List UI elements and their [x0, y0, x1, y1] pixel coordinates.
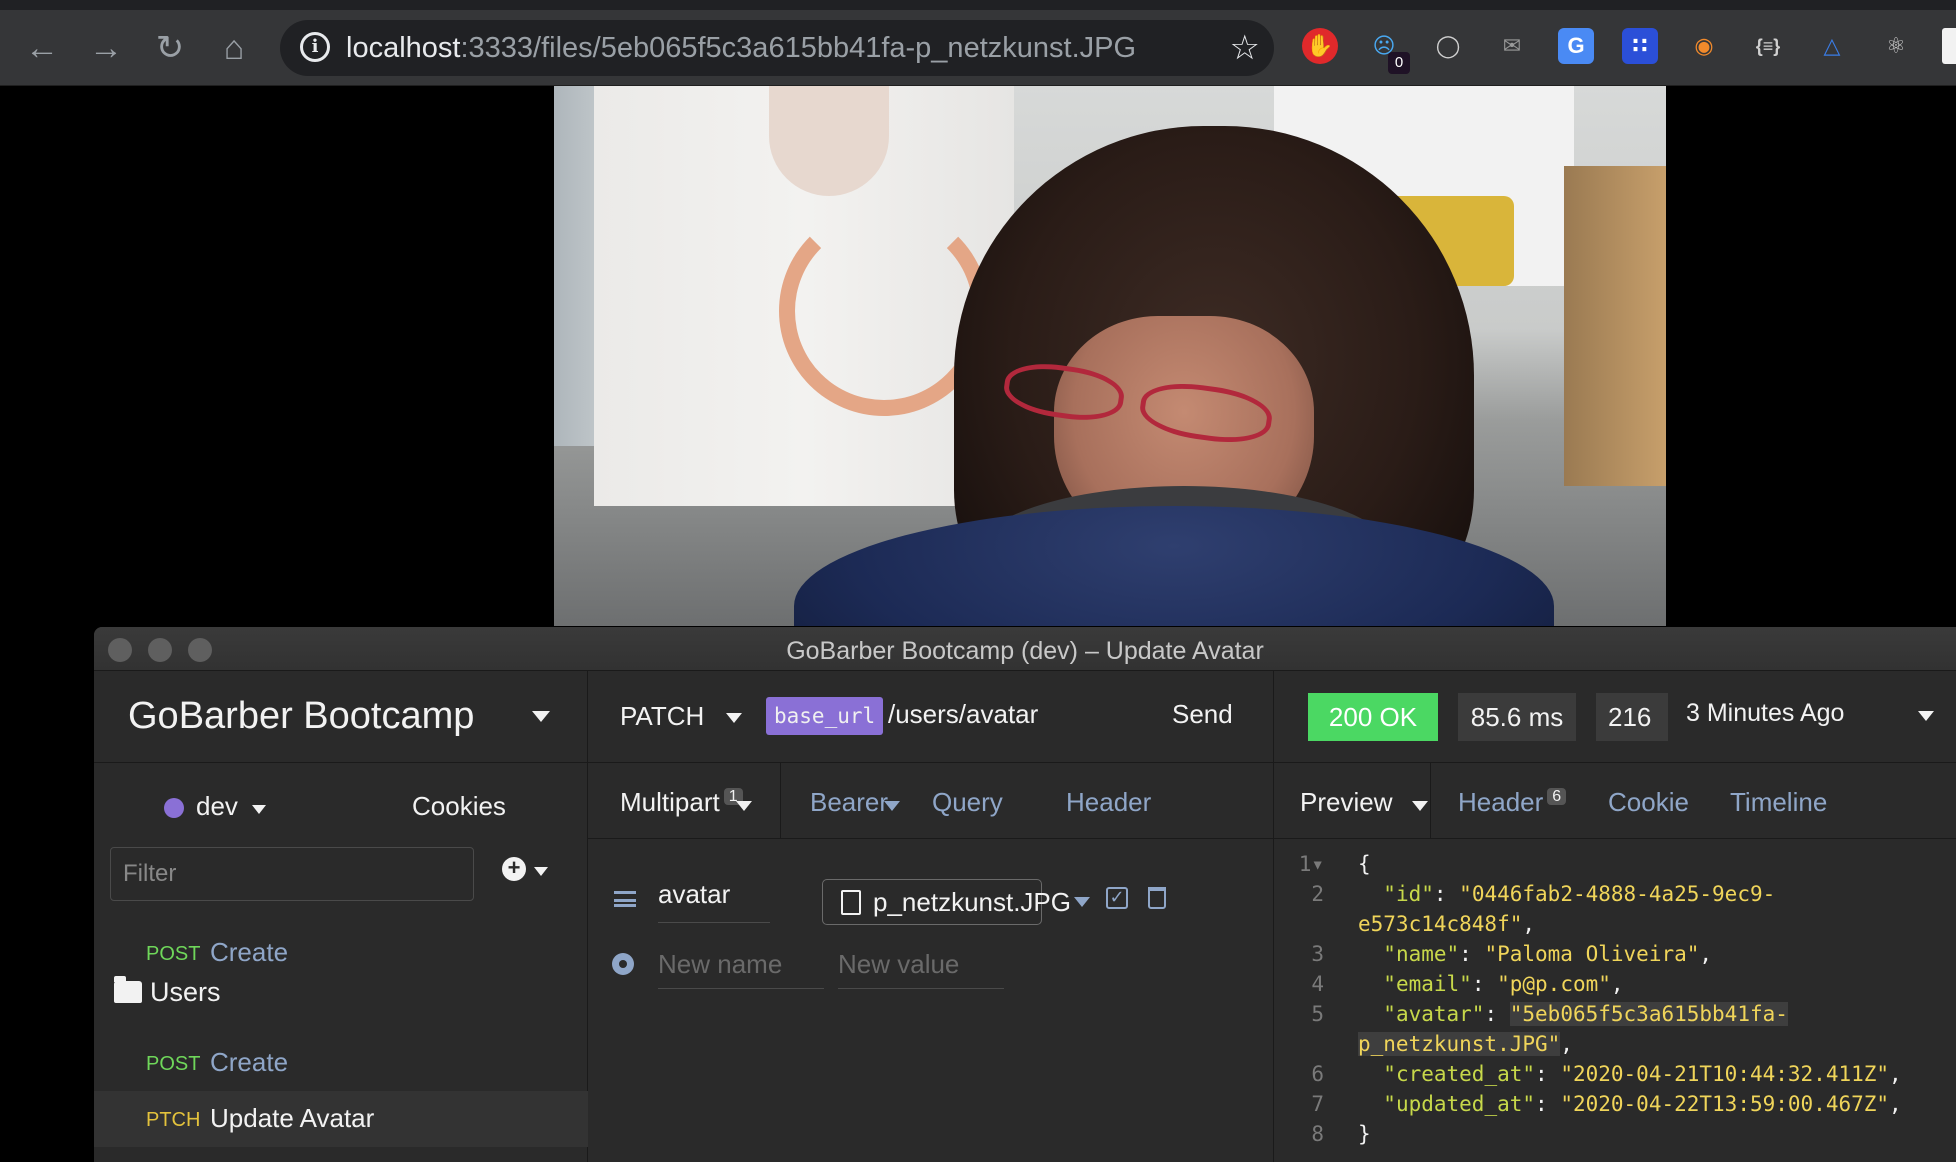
- folder-label: Users: [150, 977, 221, 1007]
- sidebar-folder-users[interactable]: Users: [94, 967, 588, 1023]
- response-tabs: Preview Header 6 Cookie Timeline: [1274, 763, 1956, 839]
- json-extension-icon[interactable]: {≡}: [1750, 28, 1786, 64]
- status-code-badge: 200 OK: [1308, 693, 1438, 741]
- bearer-caret-icon[interactable]: [884, 801, 900, 811]
- tab-cookie[interactable]: Cookie: [1608, 787, 1689, 818]
- trash-icon[interactable]: [1148, 887, 1166, 909]
- tab-preview[interactable]: Preview: [1300, 787, 1392, 818]
- history-dropdown[interactable]: 3 Minutes Ago: [1686, 699, 1844, 728]
- react-extension-icon[interactable]: ⚛: [1878, 28, 1914, 64]
- url-text[interactable]: localhost:3333/files/5eb065f5c3a615bb41f…: [346, 32, 1136, 65]
- sidebar-request-update-avatar[interactable]: PTCH Update Avatar: [94, 1091, 588, 1147]
- response-size-badge: 216: [1596, 693, 1668, 741]
- method-badge: POST: [146, 943, 201, 965]
- window-title: GoBarber Bootcamp (dev) – Update Avatar: [786, 637, 1264, 665]
- multipart-caret-icon[interactable]: [736, 801, 752, 811]
- history-caret-icon[interactable]: [1918, 711, 1934, 721]
- response-time-badge: 85.6 ms: [1458, 693, 1576, 741]
- sidebar: GoBarber Bootcamp dev Cookies Filter + P…: [94, 671, 588, 1162]
- reload-icon[interactable]: ↻: [150, 28, 190, 68]
- drag-handle-icon[interactable]: [614, 891, 636, 907]
- stop-hand-extension-icon[interactable]: ✋: [1302, 28, 1338, 64]
- request-name: Create: [210, 1047, 289, 1077]
- cookies-button[interactable]: Cookies: [412, 791, 506, 822]
- tab-multipart[interactable]: Multipart 1: [620, 787, 743, 818]
- request-name: Update Avatar: [210, 1103, 375, 1133]
- tab-divider: [1430, 763, 1431, 839]
- workspace-name: GoBarber Bootcamp: [128, 695, 475, 737]
- address-bar[interactable]: i localhost:3333/files/5eb065f5c3a615bb4…: [280, 20, 1274, 76]
- request-url-path[interactable]: /users/avatar: [888, 699, 1038, 730]
- param-type-caret-icon[interactable]: [1074, 897, 1090, 907]
- environment-row: dev Cookies: [94, 763, 588, 843]
- photo-wooden-bin: [1564, 166, 1666, 486]
- mail-extension-icon[interactable]: ✉: [1494, 28, 1530, 64]
- request-pane: PATCH base_url /users/avatar Send Multip…: [588, 671, 1274, 1162]
- method-badge: PTCH: [146, 1109, 201, 1131]
- request-tabs: Multipart 1 Bearer Query Header: [588, 763, 1274, 839]
- fire-extension-icon[interactable]: ◉: [1686, 28, 1722, 64]
- response-status-bar: 200 OK 85.6 ms 216 3 Minutes Ago: [1274, 671, 1956, 763]
- tab-query[interactable]: Query: [932, 787, 1003, 818]
- environment-caret-icon[interactable]: [252, 805, 266, 814]
- tab-timeline[interactable]: Timeline: [1730, 787, 1827, 818]
- workspace-dropdown[interactable]: GoBarber Bootcamp: [94, 671, 588, 763]
- checkbox-icon[interactable]: ✓: [1106, 887, 1128, 909]
- response-pane: 200 OK 85.6 ms 216 3 Minutes Ago Preview…: [1274, 671, 1956, 1162]
- tab-strip: [0, 0, 1956, 10]
- send-button[interactable]: Send: [1172, 699, 1233, 730]
- tab-response-header[interactable]: Header 6: [1458, 787, 1567, 818]
- preview-caret-icon[interactable]: [1412, 801, 1428, 811]
- workspace-caret-icon: [532, 711, 550, 722]
- request-name: Create: [210, 937, 289, 967]
- window-titlebar: GoBarber Bootcamp (dev) – Update Avatar: [94, 627, 1956, 671]
- translate-extension-icon[interactable]: G: [1558, 28, 1594, 64]
- base-url-variable-tag[interactable]: base_url: [766, 697, 884, 735]
- sidebar-request-users-create[interactable]: POST Create: [94, 1035, 588, 1091]
- back-icon[interactable]: ←: [22, 28, 62, 68]
- new-name-input[interactable]: New name: [658, 937, 824, 989]
- folder-open-icon: [114, 976, 142, 1003]
- method-dropdown[interactable]: PATCH: [620, 701, 704, 732]
- add-caret-icon[interactable]: [534, 867, 548, 876]
- environment-select[interactable]: dev: [196, 791, 238, 822]
- gear-icon[interactable]: [612, 953, 634, 975]
- home-icon[interactable]: ⌂: [214, 28, 254, 68]
- filter-input[interactable]: Filter: [110, 847, 474, 901]
- lightbulb-extension-icon[interactable]: ◯: [1430, 28, 1466, 64]
- tab-header[interactable]: Header: [1066, 787, 1151, 818]
- add-plus-icon[interactable]: +: [502, 857, 526, 881]
- bookmark-star-icon[interactable]: ☆: [1230, 28, 1260, 68]
- displayed-photo: [554, 86, 1666, 626]
- tab-bearer[interactable]: Bearer: [810, 787, 888, 818]
- choose-file-button[interactable]: p_netzkunst.JPG: [822, 879, 1071, 925]
- browser-toolbar: ← → ↻ ⌂ i localhost:3333/files/5eb065f5c…: [0, 0, 1956, 86]
- param-name-input[interactable]: avatar: [658, 871, 770, 923]
- method-badge: POST: [146, 1053, 201, 1075]
- code-line-highlighted: 5 "avatar": "5eb065f5c3a615bb41fa-: [1311, 1002, 1788, 1026]
- new-value-input[interactable]: New value: [838, 937, 1004, 989]
- forward-icon[interactable]: →: [86, 28, 126, 68]
- file-icon: [841, 890, 861, 915]
- method-caret-icon[interactable]: [726, 713, 742, 723]
- insomnia-window: GoBarber Bootcamp (dev) – Update Avatar …: [94, 627, 1956, 1162]
- info-icon[interactable]: i: [300, 32, 330, 62]
- header-count-badge: 6: [1547, 788, 1567, 806]
- cut-off-extension-icon[interactable]: [1942, 28, 1956, 64]
- request-url-bar: PATCH base_url /users/avatar Send: [588, 671, 1274, 763]
- tab-divider: [780, 763, 781, 839]
- extension-badge: 0: [1388, 52, 1410, 74]
- environment-color-icon: [164, 798, 184, 818]
- triangle-extension-icon[interactable]: △: [1814, 28, 1850, 64]
- apps-grid-extension-icon[interactable]: ∷: [1622, 28, 1658, 64]
